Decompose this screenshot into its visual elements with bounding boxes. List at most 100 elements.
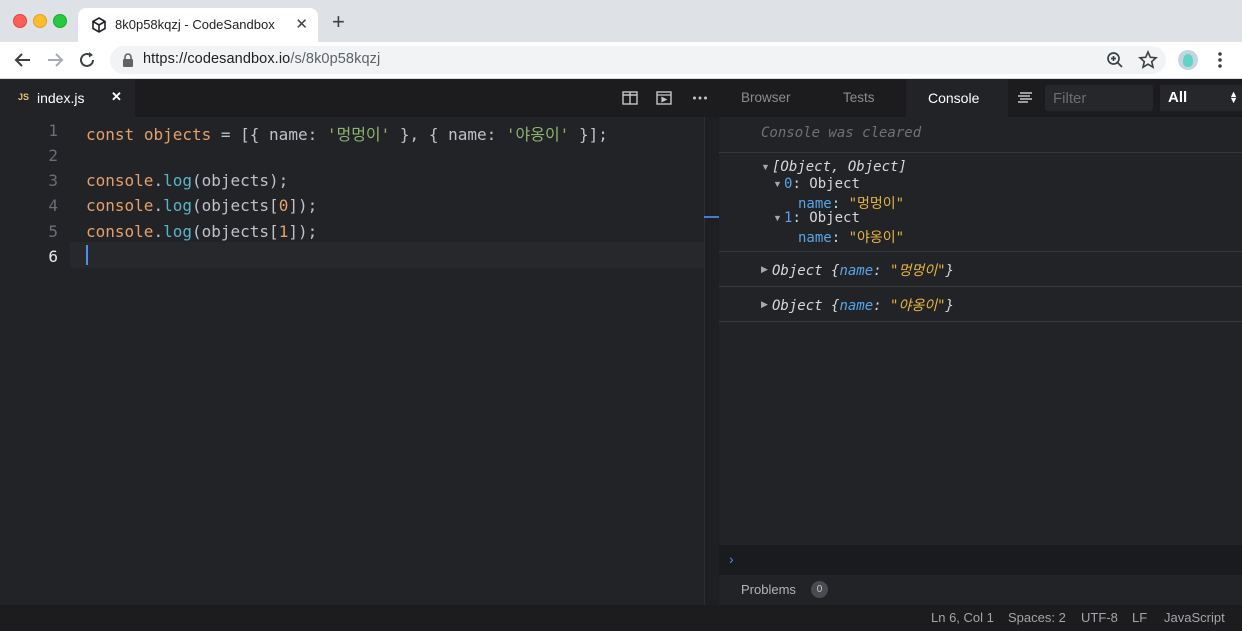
clear-console-icon[interactable] (1017, 92, 1033, 104)
console-entry-object-1: ▶ Object {name: "멍멍이"} (719, 252, 1242, 287)
object-prefix: Object { (772, 298, 840, 314)
code-token: ]); (288, 222, 318, 241)
codesandbox-cube-icon (92, 17, 106, 33)
property-key: name (798, 230, 832, 246)
more-horiz-icon[interactable] (692, 91, 708, 105)
tab-close-icon[interactable]: ✕ (295, 15, 308, 33)
console-entry-array: ▼ [Object, Object] ▼ 0: Object name: "멍멍… (719, 153, 1242, 252)
object-token: console (86, 171, 154, 190)
property-key: name (839, 298, 874, 314)
collapsed-triangle-icon[interactable]: ▶ (761, 299, 768, 310)
browser-titlebar: 8k0p58kqzj - CodeSandbox ✕ + (0, 0, 1242, 42)
editor-scrollbar[interactable] (704, 117, 720, 605)
editor-tab-bar: JS index.js ✕ (0, 79, 719, 117)
console-cleared-message: Console was cleared (761, 125, 922, 141)
item-1-property: name: "야옹이" (798, 230, 905, 246)
object-prefix: Object { (772, 263, 840, 279)
close-window-button[interactable] (13, 14, 27, 28)
code-token: }]; (569, 125, 608, 144)
problems-panel-bar[interactable]: Problems 0 (719, 575, 1242, 605)
tab-console-label: Console (928, 90, 980, 106)
reload-icon[interactable] (76, 49, 98, 71)
line-ending[interactable]: LF (1132, 610, 1147, 625)
code-token: (objects[ (191, 196, 279, 215)
split-view-icon[interactable] (622, 91, 638, 105)
code-line-3: console.log(objects); (86, 171, 288, 190)
function-token: log (163, 222, 192, 241)
line-number: 3 (48, 171, 58, 190)
object-token: console (86, 222, 154, 241)
minimize-window-button[interactable] (33, 14, 47, 28)
line-number: 5 (48, 222, 58, 241)
preview-window-icon[interactable] (656, 91, 672, 105)
console-output: Console was cleared ▼ [Object, Object] ▼… (719, 117, 1242, 545)
property-value: "야옹이" (890, 298, 946, 314)
code-line-4: console.log(objects[0]); (86, 196, 317, 215)
console-input[interactable]: › (719, 545, 1242, 575)
code-token: }, { name: (390, 125, 506, 144)
object-token: console (86, 196, 154, 215)
object-preview[interactable]: Object {name: "멍멍이"} (772, 260, 954, 280)
array-item-0: 0: Object (784, 176, 860, 192)
lock-icon (123, 53, 133, 67)
tab-browser[interactable]: Browser (741, 90, 791, 105)
property-value: "멍멍이" (890, 263, 946, 279)
language-mode[interactable]: JavaScript (1164, 610, 1225, 625)
line-number: 4 (48, 196, 58, 215)
code-token: . (153, 171, 164, 190)
console-filter[interactable] (1045, 85, 1153, 111)
property-value: "야옹이" (848, 230, 905, 246)
console-entry-object-2: ▶ Object {name: "야옹이"} (719, 287, 1242, 322)
separator: : (873, 263, 891, 279)
object-suffix: } (945, 298, 954, 314)
back-arrow-icon[interactable] (12, 49, 34, 71)
expanded-triangle-icon[interactable]: ▼ (761, 162, 770, 172)
string-token: '멍멍이' (326, 125, 391, 144)
number-token: 1 (278, 222, 289, 241)
indentation[interactable]: Spaces: 2 (1008, 610, 1066, 625)
text-cursor (86, 245, 88, 265)
new-tab-button[interactable]: + (332, 11, 345, 33)
code-token: . (153, 196, 164, 215)
encoding[interactable]: UTF-8 (1081, 610, 1118, 625)
more-vert-icon[interactable] (1212, 50, 1228, 70)
bookmark-star-icon[interactable] (1138, 50, 1158, 70)
code-token: (objects[ (191, 222, 279, 241)
item-type: : Object (792, 210, 860, 226)
status-bar: Ln 6, Col 1 Spaces: 2 UTF-8 LF JavaScrip… (0, 605, 1242, 631)
tab-console[interactable]: Console (906, 79, 1008, 117)
address-bar[interactable]: https://codesandbox.io/s/8k0p58kqzj (110, 46, 1166, 74)
editor-tab-index-js[interactable]: JS index.js ✕ (0, 79, 135, 117)
browser-tab[interactable]: 8k0p58kqzj - CodeSandbox ✕ (78, 8, 318, 42)
zoom-icon[interactable] (1106, 51, 1124, 69)
expanded-triangle-icon[interactable]: ▼ (773, 179, 782, 189)
url-host: https://codesandbox.io (143, 51, 291, 67)
log-level-select[interactable]: All ▲ ▼ (1160, 85, 1242, 111)
profile-avatar[interactable] (1178, 50, 1198, 70)
cursor-position[interactable]: Ln 6, Col 1 (931, 610, 994, 625)
code-editor[interactable]: 1 2 3 4 5 6 const objects = [{ name: '멍멍… (0, 117, 704, 605)
url-path: /s/8k0p58kqzj (290, 51, 381, 67)
scrollbar-position-marker (704, 216, 719, 218)
tab-tests[interactable]: Tests (843, 90, 875, 105)
close-icon[interactable]: ✕ (111, 89, 122, 105)
object-preview[interactable]: Object {name: "야옹이"} (772, 295, 954, 315)
js-file-icon: JS (18, 92, 30, 102)
forward-arrow-icon[interactable] (44, 49, 66, 71)
line-number: 1 (48, 121, 58, 140)
log-level-value: All (1168, 89, 1188, 106)
filter-input[interactable] (1045, 85, 1153, 111)
identifier-token: objects (143, 125, 212, 144)
number-token: 0 (278, 196, 289, 215)
array-item-1: 1: Object (784, 210, 860, 226)
console-prompt-icon: › (729, 551, 734, 567)
maximize-window-button[interactable] (53, 14, 67, 28)
code-line-5: console.log(objects[1]); (86, 222, 317, 241)
collapsed-triangle-icon[interactable]: ▶ (761, 264, 768, 275)
expanded-triangle-icon[interactable]: ▼ (773, 213, 782, 223)
active-line-highlight (70, 242, 704, 268)
array-summary[interactable]: [Object, Object] (772, 159, 907, 175)
editor-tab-label: index.js (37, 90, 85, 106)
code-line-1: const objects = [{ name: '멍멍이' }, { name… (86, 121, 608, 145)
